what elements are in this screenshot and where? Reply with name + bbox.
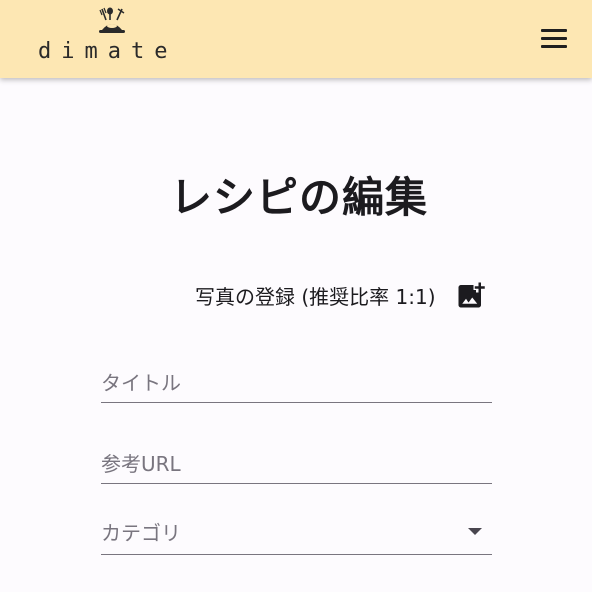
dining-plate-icon	[99, 7, 125, 33]
app-header: dimate	[0, 0, 592, 78]
category-select[interactable]: カテゴリ	[101, 508, 492, 555]
app: dimate レシピの編集 写真の登録 (推奨比率 1:1) カテゴリ	[0, 0, 592, 592]
title-input[interactable]	[101, 356, 492, 402]
reference-url-field	[101, 437, 492, 484]
app-name: dimate	[38, 39, 178, 64]
reference-url-input[interactable]	[101, 437, 492, 483]
add-photo-icon[interactable]	[456, 280, 486, 310]
photo-upload-row: 写真の登録 (推奨比率 1:1)	[195, 278, 486, 312]
hamburger-menu-icon[interactable]	[536, 24, 572, 54]
photo-upload-label: 写真の登録 (推奨比率 1:1)	[195, 284, 436, 309]
dropdown-arrow-icon	[468, 528, 482, 535]
logo[interactable]: dimate	[38, 6, 188, 70]
title-field	[101, 356, 492, 403]
category-placeholder: カテゴリ	[101, 521, 181, 545]
page-title: レシピの編集	[169, 173, 428, 222]
